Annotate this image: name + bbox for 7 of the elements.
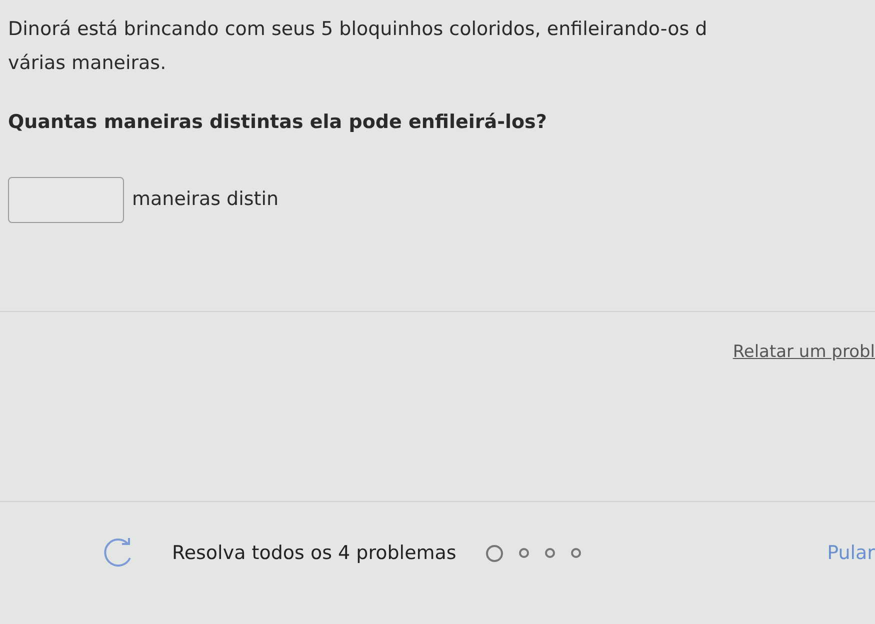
- question-text: várias maneiras.: [8, 51, 168, 76]
- task-text: Resolva todos os 4 problemas: [172, 540, 456, 566]
- report-link[interactable]: Relatar um probl: [732, 340, 875, 365]
- answer-field[interactable]: [8, 176, 124, 222]
- question-prompt: Quantas maneiras distintas ela pode enfileirá-los?: [8, 110, 548, 135]
- question-text: Dinorá está brincando com seus 5 bloquinhos coloridos, enfileirando-os d: [8, 17, 708, 42]
- answer-suffix: maneiras distin: [132, 187, 279, 212]
